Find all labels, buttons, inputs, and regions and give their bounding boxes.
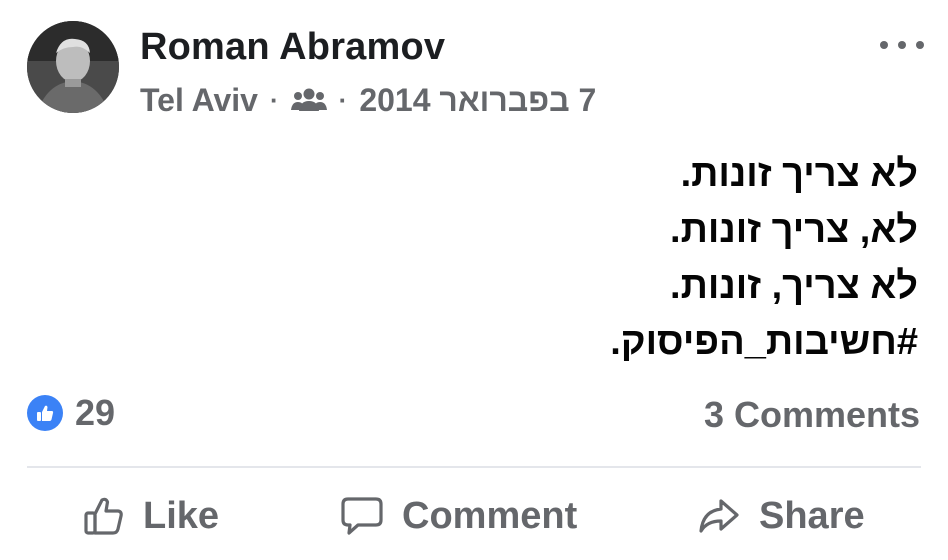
like-count: 29 [75, 392, 116, 433]
avatar-image [27, 21, 119, 113]
divider [27, 466, 921, 468]
friends-icon[interactable] [290, 87, 327, 113]
comment-icon [341, 497, 383, 535]
like-icon [27, 395, 63, 431]
post-text-line: לא צריך, זונות. [670, 265, 918, 307]
meta-separator: · [269, 84, 279, 115]
share-label: Share [759, 494, 865, 537]
post-text: לא צריך זונות. לא, צריך זונות. לא צריך, … [218, 146, 918, 370]
post-author[interactable]: Roman Abramov [140, 26, 445, 69]
like-button[interactable]: Like [83, 490, 219, 542]
post-date[interactable]: 7 בפברואר 2014 [359, 82, 596, 119]
meta-separator: · [338, 84, 348, 115]
post-text-line: לא צריך זונות. [680, 153, 918, 195]
share-button[interactable]: Share [697, 490, 865, 542]
thumbs-up-icon [84, 497, 123, 535]
post-location[interactable]: Tel Aviv [140, 82, 258, 119]
post-text-line: לא, צריך זונות. [670, 209, 918, 251]
comment-label: Comment [402, 494, 578, 537]
comment-button[interactable]: Comment [340, 490, 577, 542]
post-meta: Tel Aviv · · 7 בפברואר 2014 [140, 80, 596, 120]
avatar[interactable] [27, 21, 119, 113]
share-icon [699, 499, 739, 533]
like-label: Like [143, 494, 220, 537]
post-hashtag[interactable]: #חשיבות_הפיסוק. [218, 314, 918, 370]
more-options-icon[interactable] [880, 30, 924, 60]
reaction-summary[interactable]: 29 [27, 392, 115, 434]
comments-count[interactable]: 3 Comments [704, 394, 920, 436]
